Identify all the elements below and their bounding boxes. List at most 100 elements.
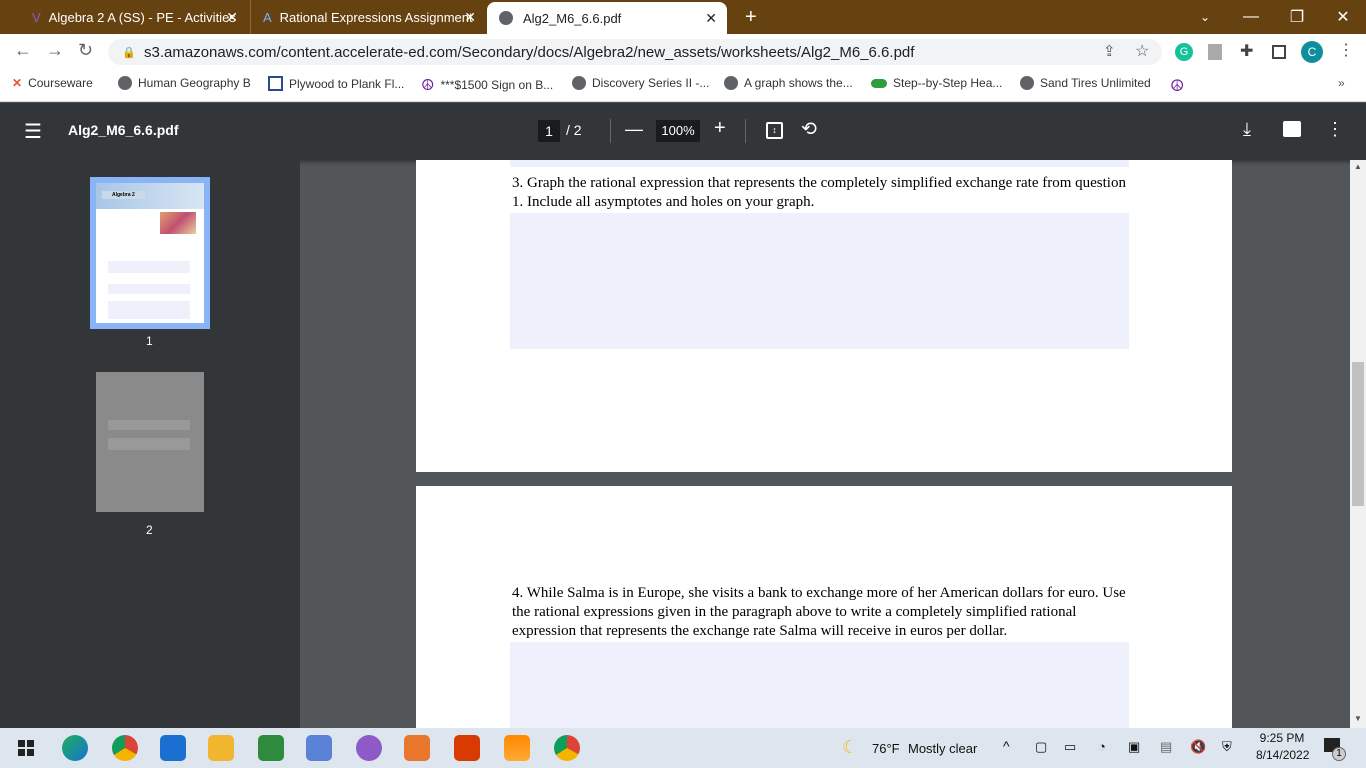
show-hidden-icons[interactable]: ^: [1003, 738, 1010, 754]
scrollbar-thumb[interactable]: [1352, 362, 1364, 506]
url-input[interactable]: 🔒 s3.amazonaws.com/content.accelerate-ed.…: [108, 39, 1162, 65]
tab-label: Algebra 2 A (SS) - PE - Activities: [48, 9, 236, 25]
divider: [610, 119, 611, 143]
thumb-answer-box: [108, 284, 190, 294]
bookmark-sign-on[interactable]: ☮ ***$1500 Sign on B...: [421, 76, 553, 94]
tab-favicon-icon: V: [32, 9, 41, 25]
globe-icon: [1020, 76, 1034, 90]
zoom-input[interactable]: 100%: [656, 120, 700, 142]
device-icon[interactable]: ▤: [1160, 739, 1172, 755]
bookmark-peace[interactable]: ☮: [1170, 76, 1184, 96]
weather-icon[interactable]: ☾: [842, 737, 858, 758]
thumb-header: Algebra 2: [102, 191, 145, 199]
chrome-icon[interactable]: [112, 735, 138, 761]
bookmark-sand-tires[interactable]: Sand Tires Unlimited: [1020, 76, 1151, 90]
security-icon[interactable]: ⛨: [1222, 739, 1232, 755]
start-icon[interactable]: [18, 740, 34, 756]
media-icon[interactable]: [404, 735, 430, 761]
forward-icon[interactable]: →: [46, 40, 64, 61]
thumbnail-label-1: 1: [146, 334, 153, 348]
thumbnail-page-2[interactable]: [96, 372, 204, 512]
time: 9:25 PM: [1259, 731, 1305, 745]
camera-icon[interactable]: ▢: [1035, 739, 1047, 755]
vlc-icon[interactable]: [504, 735, 530, 761]
divider: [745, 119, 746, 143]
scrollbar[interactable]: ▲ ▼: [1350, 160, 1366, 728]
tab-pdf[interactable]: Alg2_M6_6.6.pdf ✕: [487, 2, 727, 34]
news-app-icon[interactable]: [160, 735, 186, 761]
bookmark-discovery[interactable]: Discovery Series II -...: [572, 76, 709, 90]
zoom-out-button[interactable]: —: [625, 119, 643, 140]
bookmark-graph[interactable]: A graph shows the...: [724, 76, 853, 90]
pdf-toolbar: ☰ Alg2_M6_6.6.pdf 1 / 2 — 100% + ↕ ⟲ ⤓ ⋮: [0, 103, 1366, 160]
answer-box-q4[interactable]: [510, 642, 1129, 728]
print-icon[interactable]: [1283, 121, 1301, 137]
profile-avatar[interactable]: C: [1301, 41, 1323, 63]
wifi-icon[interactable]: ◔: [1098, 739, 1106, 754]
volume-muted-icon[interactable]: 🔇: [1190, 739, 1206, 755]
chrome-profile-icon[interactable]: [554, 735, 580, 761]
scroll-up-icon[interactable]: ▲: [1354, 162, 1362, 171]
bookmark-step-by-step[interactable]: Step--by-Step Hea...: [871, 76, 1002, 90]
back-icon[interactable]: ←: [14, 40, 32, 61]
new-tab-button[interactable]: +: [733, 0, 757, 34]
bookmark-label: Sand Tires Unlimited: [1040, 76, 1151, 90]
app-icon[interactable]: [356, 735, 382, 761]
bookmark-label: Step--by-Step Hea...: [893, 76, 1003, 90]
weather-temp[interactable]: 76°F: [872, 741, 900, 756]
spreadsheet-icon[interactable]: [258, 735, 284, 761]
bookmark-star-icon[interactable]: ☆: [1135, 41, 1149, 61]
close-window-button[interactable]: ✕: [1320, 0, 1366, 34]
grammarly-icon[interactable]: G: [1175, 43, 1193, 61]
close-tab-icon[interactable]: ✕: [705, 10, 717, 27]
weather-description[interactable]: Mostly clear: [908, 741, 977, 756]
clock[interactable]: 9:25 PM 8/14/2022: [1256, 731, 1310, 762]
thumbnail-page-1[interactable]: Algebra 2: [90, 177, 210, 329]
fit-page-icon[interactable]: ↕: [766, 122, 783, 139]
puzzle-icon[interactable]: ✚: [1240, 41, 1253, 61]
restore-button[interactable]: ❐: [1274, 0, 1320, 34]
file-explorer-icon[interactable]: [208, 735, 234, 761]
download-icon[interactable]: ⤓: [1243, 119, 1251, 140]
globe-icon: [724, 76, 738, 90]
more-bookmarks-icon[interactable]: »: [1338, 76, 1345, 90]
more-options-icon[interactable]: ⋮: [1326, 119, 1344, 140]
page-number-input[interactable]: 1: [538, 120, 560, 142]
extension-icon[interactable]: [1208, 44, 1222, 60]
tab-rational-expressions[interactable]: A Rational Expressions Assignment ✕: [250, 0, 486, 34]
reload-icon[interactable]: ↻: [78, 40, 93, 61]
edge-icon[interactable]: [62, 735, 88, 761]
zoom-in-button[interactable]: +: [714, 117, 726, 140]
peace-icon: ☮: [421, 77, 435, 94]
app-icon[interactable]: [306, 735, 332, 761]
close-tab-icon[interactable]: ✕: [464, 9, 476, 26]
office-icon[interactable]: [454, 735, 480, 761]
thumb-answer-box: [108, 261, 190, 273]
tab-label: Alg2_M6_6.6.pdf: [523, 10, 622, 26]
battery-icon[interactable]: ▭: [1064, 739, 1076, 755]
scroll-down-icon[interactable]: ▼: [1354, 714, 1362, 723]
bookmark-courseware[interactable]: ✕ Courseware: [12, 76, 93, 90]
answer-box[interactable]: [510, 160, 1129, 167]
side-panel-icon[interactable]: [1272, 45, 1286, 59]
tab-search-icon[interactable]: ⌄: [1182, 0, 1228, 34]
peace-icon: ☮: [1170, 78, 1185, 95]
share-icon[interactable]: ⇪: [1103, 42, 1116, 60]
tab-activities[interactable]: V Algebra 2 A (SS) - PE - Activities ✕: [20, 0, 248, 34]
chrome-menu-icon[interactable]: ⋮: [1338, 40, 1354, 60]
bookmark-plywood[interactable]: Plywood to Plank Fl...: [268, 76, 404, 91]
rotate-icon[interactable]: ⟲: [801, 118, 817, 141]
thumbnail-sidebar: Algebra 2 1 2: [0, 160, 300, 728]
bookmark-label: Courseware: [28, 76, 93, 90]
lock-icon: 🔒: [122, 46, 136, 59]
notification-count: 1: [1332, 747, 1346, 761]
menu-icon[interactable]: ☰: [24, 119, 42, 144]
minimize-button[interactable]: —: [1228, 0, 1274, 34]
globe-icon: [118, 76, 132, 90]
bookmark-human-geography[interactable]: Human Geography B: [118, 76, 251, 90]
close-tab-icon[interactable]: ✕: [226, 9, 238, 26]
date: 8/14/2022: [1256, 748, 1310, 762]
pdf-title: Alg2_M6_6.6.pdf: [68, 122, 179, 138]
answer-box-q3[interactable]: [510, 213, 1129, 349]
screen-record-icon[interactable]: ▣: [1128, 739, 1140, 755]
